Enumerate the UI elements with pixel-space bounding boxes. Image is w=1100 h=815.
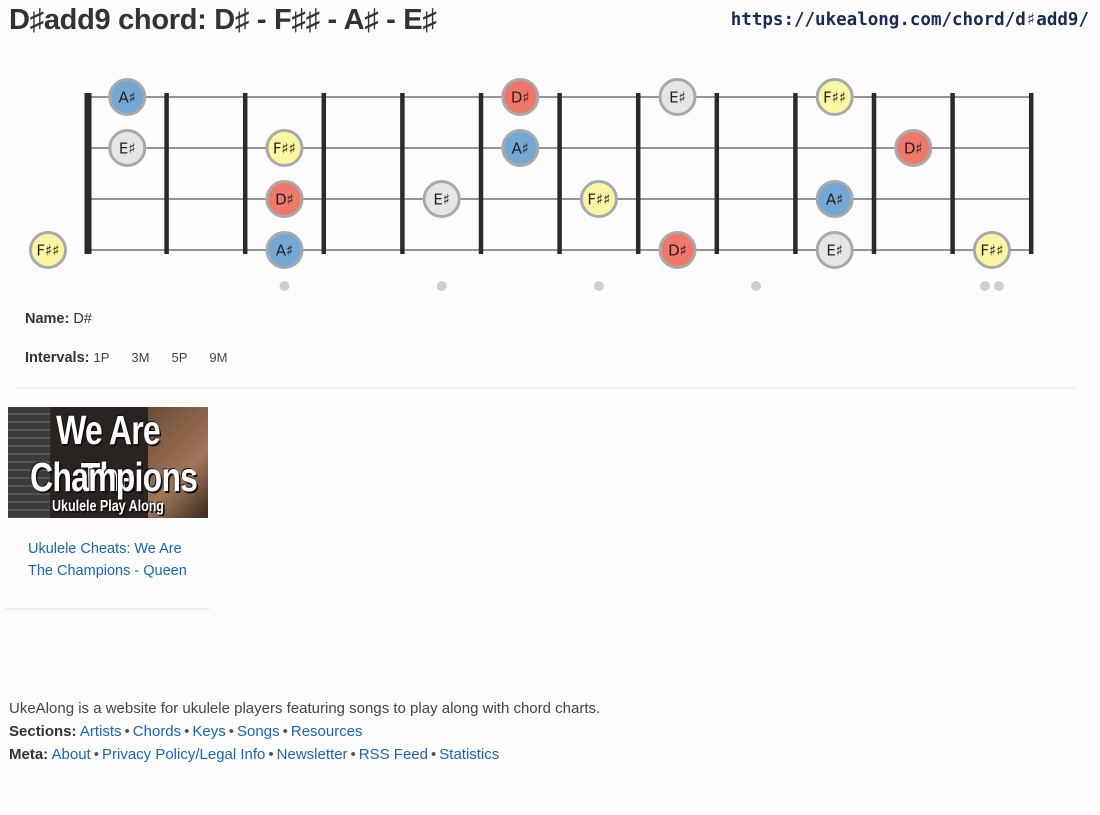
footer-link-songs[interactable]: Songs [237, 723, 280, 740]
note-label: A♯ [276, 242, 294, 260]
note-label: A♯ [826, 191, 844, 209]
chord-note-fifth: A♯ [815, 180, 854, 218]
intervals-label: Intervals: [25, 350, 90, 366]
footer-link-artists[interactable]: Artists [80, 723, 122, 740]
footer-sections: Sections: Artists • Chords • Keys • Songs • Reso… [9, 723, 363, 740]
note-label: F♯♯ [823, 89, 846, 107]
footer-link-keys[interactable]: Keys [192, 723, 225, 740]
footer-link-newsletter[interactable]: Newsletter [277, 746, 348, 763]
chord-note-root: D♯ [265, 180, 304, 218]
meta-label: Meta: [9, 746, 49, 763]
name-value: D# [73, 311, 92, 327]
note-label: E♯ [669, 89, 686, 107]
footer-link-resources[interactable]: Resources [291, 723, 363, 740]
intervals-row: Intervals: 1P 3M 5P 9M [25, 350, 249, 366]
fret-marker-dot [979, 281, 990, 291]
note-label: D♯ [904, 140, 923, 158]
divider [15, 387, 1075, 389]
note-label: E♯ [119, 140, 136, 158]
note-label: A♯ [512, 140, 530, 158]
chord-note-ninth: E♯ [422, 180, 461, 218]
footer-link-chords[interactable]: Chords [133, 723, 181, 740]
note-label: F♯♯ [587, 191, 610, 209]
note-label: A♯ [119, 89, 137, 107]
interval-item: 3M [131, 350, 150, 365]
interval-item: 5P [171, 350, 188, 365]
interval-item: 1P [93, 350, 110, 365]
interval-item: 9M [209, 350, 228, 365]
chord-note-fifth: A♯ [265, 231, 304, 269]
page-title: D♯add9 chord: D♯ - F♯♯ - A♯ - E♯ [9, 4, 437, 36]
chord-note-third: F♯♯ [972, 231, 1011, 269]
footer: UkeAlong is a website for ukulele player… [9, 697, 600, 766]
thumbnail-title-line2: Champions [30, 454, 198, 500]
note-label: F♯♯ [273, 140, 296, 158]
footer-link-rss[interactable]: RSS Feed [359, 746, 428, 763]
name-label: Name: [25, 311, 70, 327]
note-label: F♯♯ [980, 242, 1003, 260]
footer-link-statistics[interactable]: Statistics [439, 746, 499, 763]
video-link[interactable]: Ukulele Cheats: We Are The Champions - Q… [28, 538, 198, 582]
chord-note-third: F♯♯ [29, 231, 67, 269]
note-label: E♯ [826, 242, 843, 260]
chord-note-root: D♯ [894, 129, 933, 167]
fret-marker-dot [436, 281, 447, 291]
note-label: E♯ [433, 191, 450, 209]
chord-note-ninth: E♯ [108, 129, 147, 167]
note-label: D♯ [275, 191, 294, 209]
footer-link-privacy[interactable]: Privacy Policy/Legal Info [102, 746, 265, 763]
thumbnail-subtitle: Ukulele Play Along [52, 498, 164, 515]
chord-note-third: F♯♯ [265, 129, 304, 167]
footer-description: UkeAlong is a website for ukulele player… [9, 700, 601, 717]
footer-link-about[interactable]: About [52, 746, 91, 763]
chord-name-row: Name: D# [25, 311, 92, 327]
chord-note-third: F♯♯ [815, 78, 854, 116]
fret-marker-dot [993, 281, 1004, 291]
chord-note-fifth: A♯ [108, 78, 147, 116]
note-label: D♯ [668, 242, 687, 260]
video-thumbnail[interactable]: We Are The Champions Ukulele Play Along [8, 407, 208, 518]
chord-note-root: D♯ [658, 231, 697, 269]
divider [5, 608, 210, 610]
note-label: F♯♯ [36, 242, 59, 260]
chord-note-ninth: E♯ [815, 231, 854, 269]
footer-meta: Meta: About • Privacy Policy/Legal Info • Ne… [9, 746, 500, 763]
page-url: https://ukealong.com/chord/d♯add9/ [730, 10, 1089, 30]
fret-marker-dot [751, 281, 762, 291]
note-label: D♯ [511, 89, 530, 107]
fret-marker-dot [593, 281, 604, 291]
chord-note-root: D♯ [501, 78, 540, 116]
sections-label: Sections: [9, 723, 77, 740]
chord-note-ninth: E♯ [658, 78, 697, 116]
fretboard-diagram: A♯ D♯ E♯ F♯♯ E♯ F♯♯ A♯ D♯ D♯ E♯ F♯♯ A♯ F♯♯ A♯ D♯ E♯ F♯♯ [29, 78, 1034, 291]
chord-note-fifth: A♯ [501, 129, 540, 167]
fret-marker-dot [279, 281, 290, 291]
chord-note-third: F♯♯ [579, 180, 618, 218]
